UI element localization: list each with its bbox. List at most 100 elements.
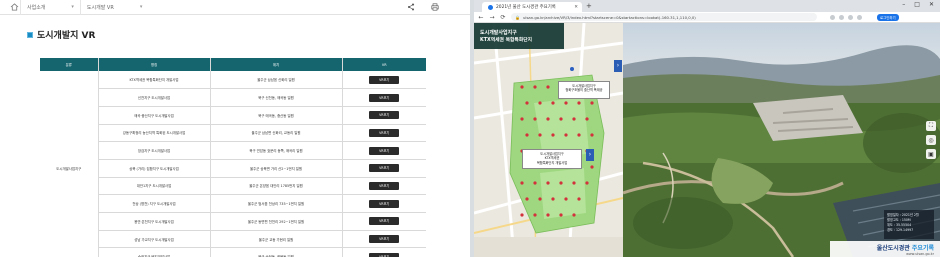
site-marker[interactable] bbox=[577, 197, 581, 201]
vr-view-button[interactable]: VR보기 bbox=[369, 164, 400, 173]
site-marker[interactable] bbox=[546, 213, 550, 217]
print-icon[interactable] bbox=[430, 2, 440, 12]
table-row: 용연·온천지구 도시개발사업 울주군 동면편 천천리 292~1번지 일원 VR보기 bbox=[40, 212, 426, 231]
breadcrumb-item-2[interactable]: 도시개발 VR ▾ bbox=[79, 0, 148, 15]
extension-icon[interactable] bbox=[830, 14, 835, 20]
page-tools bbox=[406, 2, 470, 12]
back-icon[interactable]: ← bbox=[478, 14, 484, 21]
favicon-icon bbox=[488, 4, 493, 10]
gyro-icon[interactable]: ◎ bbox=[926, 135, 936, 145]
vr-view-button[interactable]: VR보기 bbox=[369, 181, 400, 190]
site-marker[interactable] bbox=[559, 181, 563, 185]
minimize-icon[interactable]: – bbox=[902, 1, 905, 8]
popup-go-arrow-icon[interactable]: › bbox=[586, 149, 594, 161]
vr-table: 분류 명칭 위치 VR 도시개발사업지구 KTX역세권 복합특화단지 개발사업 울주… bbox=[40, 58, 426, 257]
site-marker[interactable] bbox=[564, 101, 568, 105]
site-marker[interactable] bbox=[572, 213, 576, 217]
site-marker[interactable] bbox=[533, 117, 537, 121]
site-marker[interactable] bbox=[590, 165, 594, 169]
site-marker[interactable] bbox=[564, 133, 568, 137]
site-marker[interactable] bbox=[520, 181, 524, 185]
project-name-cell: 장검지구 도시개발사업 bbox=[98, 141, 211, 160]
extension-icon[interactable] bbox=[839, 14, 844, 20]
vr-view-button[interactable]: VR보기 bbox=[369, 111, 400, 120]
viewer-tools: ⛶ ◎ ▣ bbox=[926, 121, 936, 159]
browser-tab[interactable]: 2021년 울산 도시경관 주요기록 ✕ bbox=[482, 2, 582, 12]
site-marker[interactable] bbox=[551, 133, 555, 137]
site-marker[interactable] bbox=[546, 117, 550, 121]
popup-line: 복합특화단지 개발사업 bbox=[536, 160, 568, 165]
maximize-icon[interactable]: □ bbox=[914, 1, 920, 8]
site-marker[interactable] bbox=[577, 133, 581, 137]
camera-icon[interactable]: ▣ bbox=[926, 149, 936, 159]
vr-view-button[interactable]: VR보기 bbox=[369, 93, 400, 102]
site-marker[interactable] bbox=[525, 197, 529, 201]
site-marker[interactable] bbox=[525, 133, 529, 137]
site-marker[interactable] bbox=[585, 181, 589, 185]
header-name: 명칭 bbox=[98, 58, 211, 71]
site-marker[interactable] bbox=[577, 101, 581, 105]
vr-cell: VR보기 bbox=[342, 230, 426, 249]
vr-view-button[interactable]: VR보기 bbox=[369, 199, 400, 208]
site-marker[interactable] bbox=[572, 117, 576, 121]
map-popup-main[interactable]: 도시개발사업지구 KTX역세권 복합특화단지 개발사업 bbox=[522, 149, 582, 169]
site-marker[interactable] bbox=[551, 101, 555, 105]
vr-view-button[interactable]: VR보기 bbox=[369, 235, 400, 244]
window-controls: – □ ✕ bbox=[902, 1, 934, 8]
site-marker[interactable] bbox=[538, 197, 542, 201]
profile-icon[interactable] bbox=[857, 14, 862, 20]
location-cell: 북구 연암동 효문리 동쪽, 매곡리 일원 bbox=[210, 141, 343, 160]
site-marker[interactable] bbox=[585, 117, 589, 121]
site-marker[interactable] bbox=[538, 101, 542, 105]
site-marker[interactable] bbox=[559, 213, 563, 217]
aerial-panorama[interactable]: ⛶ ◎ ▣ 촬영일자 : 2021년 2월 촬영고도 : 150M 위도 : 3… bbox=[623, 23, 940, 257]
map-popup-top[interactable]: 도시개발사업지구 청화구조물의 출산역 폭제공 bbox=[558, 81, 610, 99]
vr-view-button[interactable]: VR보기 bbox=[369, 146, 400, 155]
location-cell: 북구 신천동, 매곡동 일원 bbox=[210, 88, 343, 107]
breadcrumb-item-1[interactable]: 사업소개 ▾ bbox=[20, 0, 80, 15]
site-marker[interactable] bbox=[590, 133, 594, 137]
location-cell: 북구 송정동, 화봉동 일원 bbox=[210, 247, 343, 257]
brand-title-part: 울산도시경관 bbox=[876, 244, 910, 252]
site-marker[interactable] bbox=[546, 85, 550, 89]
location-cell: 울주군 범서읍 천상리 735~1번지 일원 bbox=[210, 194, 343, 213]
forward-icon[interactable]: → bbox=[489, 14, 495, 21]
table-row: 장검지구 도시개발사업 북구 연암동 효문리 동쪽, 매곡리 일원 VR보기 bbox=[40, 141, 426, 160]
site-marker[interactable] bbox=[533, 213, 537, 217]
lock-icon: 🔒 bbox=[515, 14, 520, 20]
website-panel: 사업소개 ▾ 도시개발 VR ▾ 도시개발지 VR 분류 명칭 위치 VR 도시… bbox=[0, 0, 470, 257]
site-marker[interactable] bbox=[559, 117, 563, 121]
site-marker[interactable] bbox=[590, 101, 594, 105]
site-marker[interactable] bbox=[572, 181, 576, 185]
close-icon[interactable]: ✕ bbox=[574, 5, 578, 10]
vr-view-button[interactable]: VR보기 bbox=[369, 217, 400, 226]
table-row: 성남 가교지구 도시개발사업 울주군 교동 가현리 일원 VR보기 bbox=[40, 230, 426, 249]
site-marker[interactable] bbox=[564, 197, 568, 201]
close-window-icon[interactable]: ✕ bbox=[929, 1, 934, 8]
tab-strip: 2021년 울산 도시경관 주요기록 ✕ + – □ ✕ bbox=[474, 0, 940, 12]
new-tab-icon[interactable]: + bbox=[586, 2, 592, 10]
project-name-cell: 대안1지구 도시개발사업 bbox=[98, 177, 211, 196]
vr-view-button[interactable]: VR보기 bbox=[369, 128, 400, 137]
fullscreen-icon[interactable]: ⛶ bbox=[926, 121, 936, 131]
site-marker[interactable] bbox=[520, 85, 524, 89]
site-map[interactable]: 도시개발사업지구 KTX역세권 복합특화단지 도시개발사업지구 청화구조물의 출… bbox=[474, 23, 623, 257]
map-next-arrow-icon[interactable]: › bbox=[614, 60, 622, 72]
login-button[interactable]: 로그인하기 bbox=[877, 13, 899, 21]
extension-icon[interactable] bbox=[848, 14, 853, 20]
vr-view-button[interactable]: VR보기 bbox=[369, 252, 400, 257]
site-marker[interactable] bbox=[520, 117, 524, 121]
share-icon[interactable] bbox=[406, 2, 416, 12]
home-icon[interactable] bbox=[8, 2, 20, 13]
vr-view-button[interactable]: VR보기 bbox=[369, 75, 400, 84]
site-marker[interactable] bbox=[520, 213, 524, 217]
site-marker[interactable] bbox=[538, 133, 542, 137]
site-marker[interactable] bbox=[525, 101, 529, 105]
site-marker[interactable] bbox=[551, 197, 555, 201]
site-marker[interactable] bbox=[533, 85, 537, 89]
site-marker[interactable] bbox=[546, 181, 550, 185]
reload-icon[interactable]: ⟳ bbox=[500, 14, 506, 21]
site-marker[interactable] bbox=[533, 181, 537, 185]
url-input[interactable]: 🔒 ulsan.go.kr/archive/VR/3/index.html?st… bbox=[511, 13, 817, 21]
table-body: 도시개발사업지구 KTX역세권 복합특화단지 개발사업 울주군 삼남읍 신화리 일원… bbox=[40, 71, 426, 257]
